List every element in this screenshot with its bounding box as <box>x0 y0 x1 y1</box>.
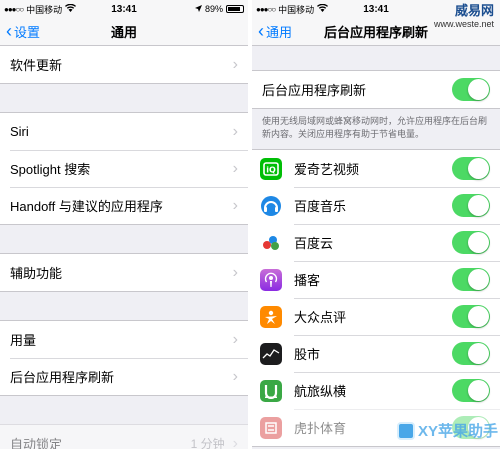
app-name: 股市 <box>294 347 321 362</box>
app-name: 百度音乐 <box>294 199 347 214</box>
general-settings-screen: ●●●○○ 中国移动 13:41 89% ‹ 设置 通用 软件更新 › Siri… <box>0 0 248 449</box>
chevron-right-icon: › <box>232 196 238 214</box>
app-list: iQ 爱奇艺视频 百度音乐 百度云 播客 大众点评 股市 航旅纵横 虎扑体育 <box>252 149 500 447</box>
row-label: 软件更新 <box>10 58 63 73</box>
battery-icon <box>226 5 244 13</box>
app-toggle[interactable] <box>452 157 490 180</box>
background-refresh-toggle[interactable] <box>452 78 490 101</box>
watermark-xy-text: XY苹果助手 <box>417 423 498 440</box>
app-row-podcasts: 播客 <box>252 261 500 298</box>
chevron-right-icon: › <box>232 330 238 348</box>
background-refresh-screen: ●●●○○ 中国移动 13:41 ‹ 通用 后台应用程序刷新 后台应用程序刷新 … <box>252 0 500 449</box>
hupu-icon <box>260 416 282 439</box>
app-name: 航旅纵横 <box>294 384 347 399</box>
app-row-baidu-music: 百度音乐 <box>252 187 500 224</box>
app-row-dianping: 大众点评 <box>252 298 500 335</box>
podcasts-icon <box>260 268 282 291</box>
row-siri[interactable]: Siri › <box>0 113 248 150</box>
chevron-right-icon: › <box>232 367 238 385</box>
group-usage: 用量 › 后台应用程序刷新 › <box>0 320 248 396</box>
row-background-refresh-master: 后台应用程序刷新 <box>252 71 500 108</box>
app-toggle[interactable] <box>452 379 490 402</box>
app-row-stocks: 股市 <box>252 335 500 372</box>
status-time: 13:41 <box>111 3 137 15</box>
auto-lock-value: 1 分钟 <box>190 437 225 449</box>
back-label: 通用 <box>266 25 293 40</box>
back-button-settings[interactable]: ‹ 设置 <box>0 22 40 41</box>
chevron-right-icon: › <box>232 159 238 177</box>
svg-text:iQ: iQ <box>266 165 276 174</box>
row-label: Handoff 与建议的应用程序 <box>10 199 163 214</box>
baidu-cloud-icon <box>260 231 282 254</box>
group-master-toggle: 后台应用程序刷新 <box>252 70 500 109</box>
app-row-iqiyi: iQ 爱奇艺视频 <box>252 150 500 187</box>
row-label: Spotlight 搜索 <box>10 162 91 177</box>
row-software-update[interactable]: 软件更新 › <box>0 46 248 83</box>
back-button-general[interactable]: ‹ 通用 <box>252 22 292 41</box>
status-bar: ●●●○○ 中国移动 13:41 89% <box>0 0 248 18</box>
watermark-weste: 威易网 www.weste.net <box>434 3 494 30</box>
back-label: 设置 <box>14 25 41 40</box>
app-toggle[interactable] <box>452 342 490 365</box>
app-toggle[interactable] <box>452 268 490 291</box>
row-spotlight[interactable]: Spotlight 搜索 › <box>0 150 248 187</box>
group-search: Siri › Spotlight 搜索 › Handoff 与建议的应用程序 › <box>0 112 248 225</box>
group-accessibility: 辅助功能 › <box>0 253 248 292</box>
chevron-right-icon: › <box>232 263 238 281</box>
app-name: 爱奇艺视频 <box>294 162 360 177</box>
xy-logo-icon <box>396 421 415 440</box>
row-handoff[interactable]: Handoff 与建议的应用程序 › <box>0 187 248 224</box>
row-label: 后台应用程序刷新 <box>262 83 367 98</box>
row-label: 辅助功能 <box>10 266 63 281</box>
row-usage[interactable]: 用量 › <box>0 321 248 358</box>
app-toggle[interactable] <box>452 231 490 254</box>
chevron-left-icon: ‹ <box>6 20 12 41</box>
chevron-right-icon: › <box>232 55 238 73</box>
row-accessibility[interactable]: 辅助功能 › <box>0 254 248 291</box>
app-row-umetrip: 航旅纵横 <box>252 372 500 409</box>
row-label: 自动锁定 <box>10 437 63 449</box>
app-name: 大众点评 <box>294 310 347 325</box>
dianping-icon <box>260 305 282 328</box>
nav-bar: ‹ 设置 通用 <box>0 18 248 46</box>
row-label: 后台应用程序刷新 <box>10 370 115 385</box>
footnote: 使用无线局域网或蜂窝移动网时，允许应用程序在后台刷新内容。关闭应用程序有助于节省… <box>262 116 488 139</box>
chevron-right-icon: › <box>232 122 238 140</box>
app-toggle[interactable] <box>452 194 490 217</box>
row-background-refresh[interactable]: 后台应用程序刷新 › <box>0 358 248 395</box>
app-toggle[interactable] <box>452 305 490 328</box>
watermark-xy: XY苹果助手 <box>396 420 498 441</box>
baidu-music-icon <box>260 194 282 217</box>
group-lock: 自动锁定 1 分钟 › <box>0 424 248 449</box>
row-auto-lock[interactable]: 自动锁定 1 分钟 › <box>0 425 248 449</box>
watermark-url: www.weste.net <box>433 19 494 29</box>
group-update: 软件更新 › <box>0 46 248 84</box>
app-row-baidu-cloud: 百度云 <box>252 224 500 261</box>
chevron-left-icon: ‹ <box>258 20 264 41</box>
row-label: 用量 <box>10 333 37 348</box>
stocks-icon <box>260 342 282 365</box>
watermark-logo: 威易网 <box>454 3 494 18</box>
app-name: 百度云 <box>294 236 334 251</box>
app-name: 播客 <box>294 273 321 288</box>
row-label: Siri <box>10 124 29 139</box>
iqiyi-icon: iQ <box>260 157 282 180</box>
umetrip-icon <box>260 379 282 402</box>
chevron-right-icon: › <box>232 434 238 449</box>
